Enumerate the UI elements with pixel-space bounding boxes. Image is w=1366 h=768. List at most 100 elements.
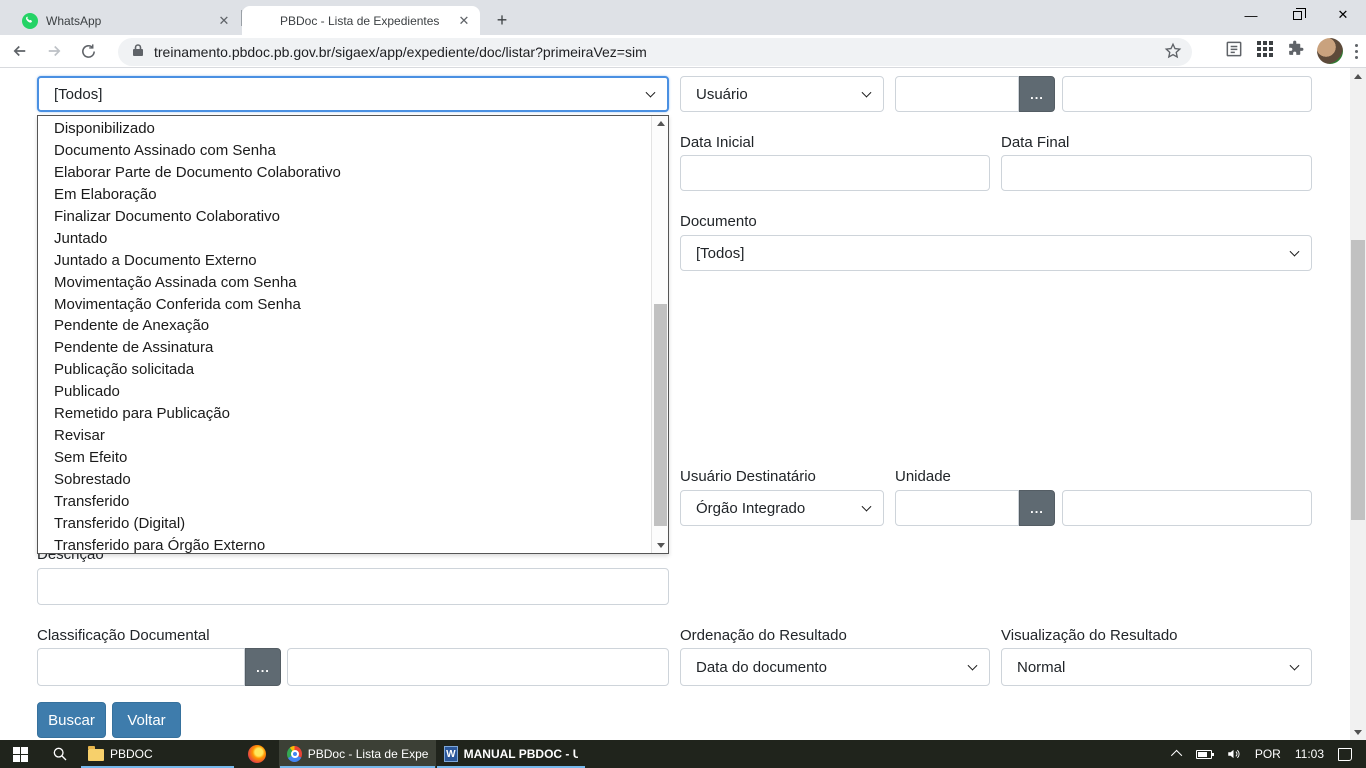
screen: WhatsApp ✕ PBDoc - Lista de Expedientes …	[0, 0, 1366, 768]
dropdown-option[interactable]: Transferido para Órgão Externo	[38, 535, 668, 557]
destinatario-select-value: Órgão Integrado	[696, 500, 805, 517]
close-button[interactable]: ✕	[1320, 0, 1366, 30]
chrome-menu-icon[interactable]	[1355, 44, 1358, 59]
scroll-up-icon[interactable]	[652, 116, 669, 131]
reload-icon[interactable]	[74, 37, 102, 65]
dropdown-option[interactable]: Movimentação Assinada com Senha	[38, 272, 668, 294]
documento-select[interactable]: [Todos]	[680, 235, 1312, 271]
taskbar-item-word-manual[interactable]: W MANUAL PBDOC - U...	[436, 740, 586, 768]
dropdown-option[interactable]: Publicação solicitada	[38, 359, 668, 381]
visualizacao-label: Visualização do Resultado	[1001, 627, 1178, 644]
scroll-up-icon[interactable]	[1350, 68, 1366, 84]
data-final-label: Data Final	[1001, 134, 1069, 151]
back-icon[interactable]	[6, 37, 34, 65]
reading-list-icon[interactable]	[1224, 39, 1244, 64]
dropdown-option[interactable]: Elaborar Parte de Documento Colaborativo	[38, 162, 668, 184]
extensions-puzzle-icon[interactable]	[1286, 39, 1305, 63]
situacao-select[interactable]: [Todos]	[37, 76, 669, 112]
destinatario-label: Usuário Destinatário	[680, 468, 816, 485]
classificacao-lookup-button[interactable]: ...	[245, 648, 281, 686]
dropdown-option[interactable]: Transferido	[38, 491, 668, 513]
new-tab-button[interactable]: +	[490, 8, 514, 32]
descricao-input[interactable]	[37, 568, 669, 605]
hidden-icons-chevron-icon[interactable]	[1171, 750, 1182, 761]
usuario-select[interactable]: Usuário	[680, 76, 884, 112]
browser-scrollbar[interactable]	[1350, 68, 1366, 740]
situacao-dropdown-list: Disponibilizado Documento Assinado com S…	[37, 115, 669, 554]
unidade-name-input[interactable]	[1062, 490, 1312, 526]
system-tray: POR 11:03	[1174, 740, 1366, 768]
classificacao-code-input[interactable]	[37, 648, 245, 686]
taskbar-item-label: MANUAL PBDOC - U...	[464, 747, 578, 761]
dropdown-option[interactable]: Juntado	[38, 228, 668, 250]
tab-close-icon[interactable]: ✕	[216, 13, 232, 29]
destinatario-select[interactable]: Órgão Integrado	[680, 490, 884, 526]
taskbar-item-explorer-pbdoc[interactable]: PBDOC	[80, 740, 235, 768]
voltar-button[interactable]: Voltar	[112, 702, 181, 738]
dropdown-option[interactable]: Pendente de Assinatura	[38, 337, 668, 359]
documento-select-value: [Todos]	[696, 245, 744, 262]
forward-icon[interactable]	[40, 37, 68, 65]
taskbar-search-button[interactable]	[40, 740, 80, 768]
tab-close-icon[interactable]: ✕	[456, 13, 472, 29]
usuario-lookup-button[interactable]: ...	[1019, 76, 1055, 112]
dropdown-option[interactable]: Publicado	[38, 381, 668, 403]
clock[interactable]: 11:03	[1295, 747, 1324, 761]
usuario-select-value: Usuário	[696, 86, 748, 103]
tab-whatsapp[interactable]: WhatsApp ✕	[8, 6, 240, 35]
battery-icon[interactable]	[1196, 750, 1212, 759]
start-button[interactable]	[0, 740, 40, 768]
dropdown-option[interactable]: Documento Assinado com Senha	[38, 140, 668, 162]
data-final-input[interactable]	[1001, 155, 1312, 191]
window-controls: — ✕	[1228, 0, 1366, 30]
dropdown-option[interactable]: Sem Efeito	[38, 447, 668, 469]
lock-icon	[132, 43, 144, 62]
unidade-code-input[interactable]	[895, 490, 1019, 526]
scroll-down-icon[interactable]	[652, 538, 669, 553]
taskbar-item-label: PBDoc - Lista de Expe...	[308, 747, 428, 761]
action-center-icon[interactable]	[1338, 748, 1352, 761]
dropdown-option[interactable]: Sobrestado	[38, 469, 668, 491]
profile-avatar[interactable]	[1317, 38, 1343, 64]
ordenacao-select[interactable]: Data do documento	[680, 648, 990, 686]
classificacao-label: Classificação Documental	[37, 627, 210, 644]
situacao-select-value: [Todos]	[54, 86, 102, 103]
dropdown-option[interactable]: Pendente de Anexação	[38, 315, 668, 337]
dropdown-option[interactable]: Revisar	[38, 425, 668, 447]
dropdown-option[interactable]: Movimentação Conferida com Senha	[38, 294, 668, 316]
dropdown-scrollbar-thumb[interactable]	[654, 304, 667, 526]
language-indicator[interactable]: POR	[1255, 747, 1281, 761]
dropdown-option[interactable]: Finalizar Documento Colaborativo	[38, 206, 668, 228]
dropdown-option[interactable]: Juntado a Documento Externo	[38, 250, 668, 272]
dropdown-option[interactable]: Transferido (Digital)	[38, 513, 668, 535]
unidade-lookup-button[interactable]: ...	[1019, 490, 1055, 526]
browser-toolbar: treinamento.pbdoc.pb.gov.br/sigaex/app/e…	[0, 35, 1366, 68]
chevron-down-icon	[968, 661, 978, 671]
address-bar[interactable]: treinamento.pbdoc.pb.gov.br/sigaex/app/e…	[118, 38, 1192, 66]
taskbar-item-firefox[interactable]	[235, 740, 279, 768]
buscar-button[interactable]: Buscar	[37, 702, 106, 738]
windows-logo-icon	[13, 747, 28, 762]
dropdown-scrollbar[interactable]	[651, 116, 668, 553]
restore-button[interactable]	[1274, 0, 1320, 30]
taskbar-item-chrome-pbdoc[interactable]: PBDoc - Lista de Expe...	[279, 740, 436, 768]
data-inicial-input[interactable]	[680, 155, 990, 191]
visualizacao-select[interactable]: Normal	[1001, 648, 1312, 686]
browser-scrollbar-thumb[interactable]	[1351, 240, 1365, 520]
ordenacao-select-value: Data do documento	[696, 659, 827, 676]
classificacao-name-input[interactable]	[287, 648, 669, 686]
dropdown-option[interactable]: Em Elaboração	[38, 184, 668, 206]
url-text: treinamento.pbdoc.pb.gov.br/sigaex/app/e…	[154, 44, 647, 60]
tab-pbdoc[interactable]: PBDoc - Lista de Expedientes ✕	[242, 6, 480, 35]
usuario-name-input[interactable]	[1062, 76, 1312, 112]
dropdown-option[interactable]: Remetido para Publicação	[38, 403, 668, 425]
page-content: [Todos] Usuário ... Data Inicial Data Fi…	[0, 68, 1366, 740]
dropdown-option[interactable]: Disponibilizado	[38, 118, 668, 140]
bookmark-star-icon[interactable]	[1164, 42, 1182, 65]
apps-grid-icon[interactable]	[1256, 40, 1274, 63]
usuario-code-input[interactable]	[895, 76, 1019, 112]
minimize-button[interactable]: —	[1228, 0, 1274, 30]
scroll-down-icon[interactable]	[1350, 724, 1366, 740]
data-inicial-label: Data Inicial	[680, 134, 754, 151]
volume-icon[interactable]	[1226, 747, 1241, 761]
